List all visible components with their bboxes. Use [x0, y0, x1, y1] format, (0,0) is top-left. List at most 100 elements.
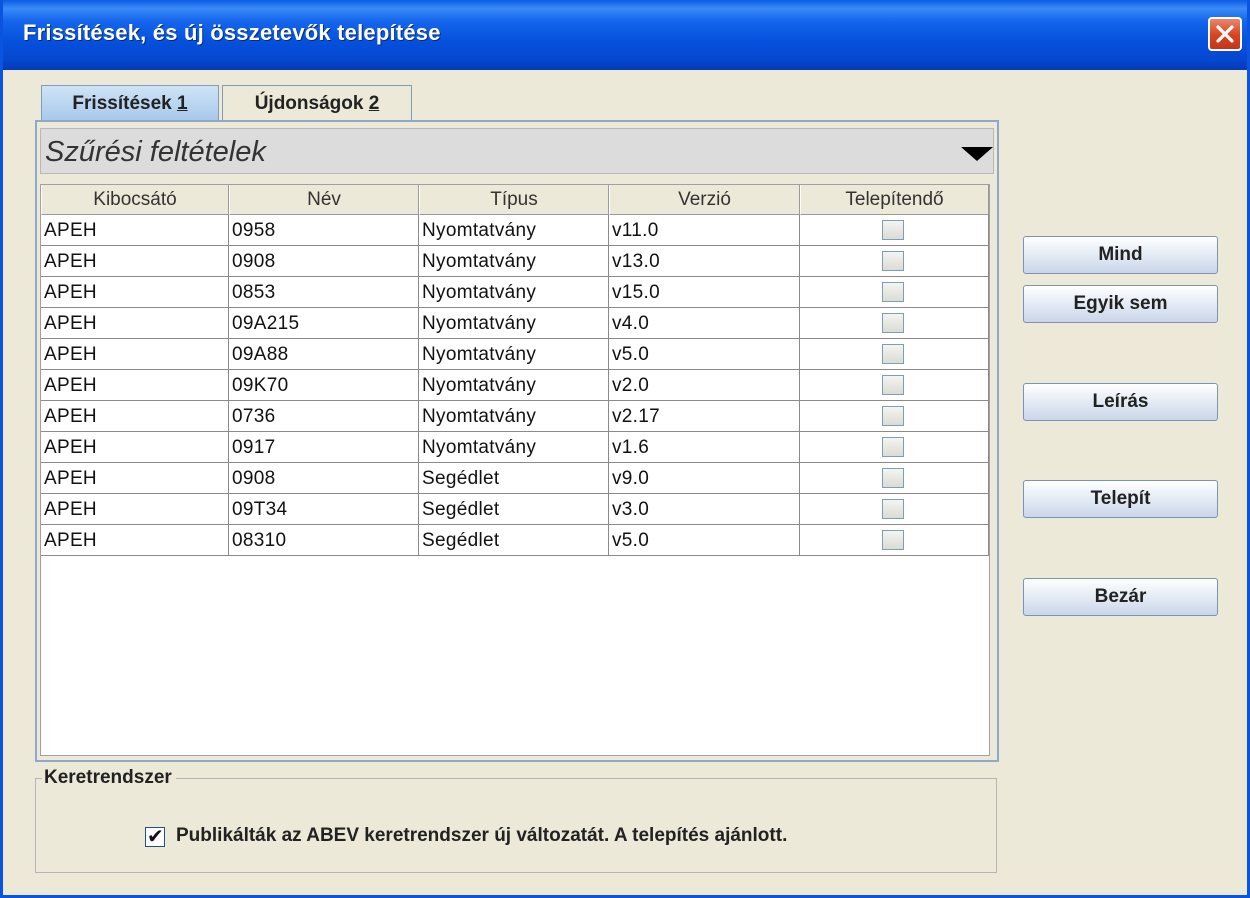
- table-cell[interactable]: v2.0: [609, 370, 800, 401]
- table-row[interactable]: APEH 09A88 Nyomtatvány v5.0: [41, 339, 989, 370]
- install-checkbox[interactable]: [882, 530, 904, 550]
- table-cell[interactable]: 0917: [229, 432, 419, 463]
- column-header[interactable]: Verzió: [609, 185, 800, 215]
- select-all-button[interactable]: Mind: [1023, 236, 1218, 274]
- tab-label: Frissítések: [72, 93, 177, 114]
- table-cell[interactable]: 0736: [229, 401, 419, 432]
- table-cell[interactable]: v13.0: [609, 246, 800, 277]
- column-header[interactable]: Kibocsátó: [41, 185, 229, 215]
- description-button[interactable]: Leírás: [1023, 383, 1218, 421]
- close-dialog-button[interactable]: Bezár: [1023, 578, 1218, 616]
- install-checkbox[interactable]: [882, 375, 904, 395]
- table-cell[interactable]: Nyomtatvány: [419, 277, 609, 308]
- install-cell: [800, 277, 989, 308]
- install-checkbox[interactable]: [882, 282, 904, 302]
- table-cell[interactable]: Nyomtatvány: [419, 215, 609, 246]
- table-cell[interactable]: Nyomtatvány: [419, 401, 609, 432]
- table-cell[interactable]: APEH: [41, 494, 229, 525]
- table-cell[interactable]: APEH: [41, 432, 229, 463]
- dialog-window: Frissítések, és új összetevők telepítése…: [0, 0, 1250, 898]
- tab-mnemonic: 1: [177, 93, 188, 114]
- table-row[interactable]: APEH 0908 Segédlet v9.0: [41, 463, 989, 494]
- install-checkbox[interactable]: [882, 406, 904, 426]
- install-checkbox[interactable]: [882, 468, 904, 488]
- table-cell[interactable]: Nyomtatvány: [419, 432, 609, 463]
- table-cell[interactable]: 09A88: [229, 339, 419, 370]
- table-cell[interactable]: v5.0: [609, 525, 800, 556]
- table-row[interactable]: APEH 09T34 Segédlet v3.0: [41, 494, 989, 525]
- table-cell[interactable]: APEH: [41, 308, 229, 339]
- table-cell[interactable]: v1.6: [609, 432, 800, 463]
- install-checkbox[interactable]: [882, 251, 904, 271]
- table-cell[interactable]: APEH: [41, 277, 229, 308]
- table-cell[interactable]: 09A215: [229, 308, 419, 339]
- install-checkbox[interactable]: [882, 313, 904, 333]
- table-cell[interactable]: APEH: [41, 525, 229, 556]
- table-cell[interactable]: v15.0: [609, 277, 800, 308]
- install-checkbox[interactable]: [882, 344, 904, 364]
- table-cell[interactable]: Segédlet: [419, 463, 609, 494]
- tab-ujdonsagok[interactable]: Újdonságok 2: [222, 85, 412, 120]
- table-cell[interactable]: Nyomtatvány: [419, 370, 609, 401]
- table-header: Kibocsátó Név Típus Verzió Telepítendő: [41, 185, 989, 215]
- table-cell[interactable]: Nyomtatvány: [419, 308, 609, 339]
- table-row[interactable]: APEH 0958 Nyomtatvány v11.0: [41, 215, 989, 246]
- table-cell[interactable]: Nyomtatvány: [419, 246, 609, 277]
- install-checkbox[interactable]: [882, 499, 904, 519]
- install-button[interactable]: Telepít: [1023, 480, 1218, 518]
- table-cell[interactable]: APEH: [41, 401, 229, 432]
- framework-checkbox-label[interactable]: Publikálták az ABEV keretrendszer új vál…: [176, 825, 787, 847]
- install-cell: [800, 370, 989, 401]
- table-cell[interactable]: Segédlet: [419, 494, 609, 525]
- install-checkbox[interactable]: [882, 220, 904, 240]
- table-row[interactable]: APEH 0736 Nyomtatvány v2.17: [41, 401, 989, 432]
- table-cell[interactable]: 0908: [229, 246, 419, 277]
- install-checkbox[interactable]: [882, 437, 904, 457]
- install-cell: [800, 463, 989, 494]
- triangle-down-icon: [961, 147, 993, 161]
- table-cell[interactable]: APEH: [41, 215, 229, 246]
- install-cell: [800, 246, 989, 277]
- table-cell[interactable]: 0853: [229, 277, 419, 308]
- framework-group: Keretrendszer ✔ Publikálták az ABEV kere…: [35, 767, 997, 873]
- install-cell: [800, 432, 989, 463]
- table-cell[interactable]: 0908: [229, 463, 419, 494]
- table-cell[interactable]: 0958: [229, 215, 419, 246]
- table-cell[interactable]: APEH: [41, 370, 229, 401]
- table-cell[interactable]: 08310: [229, 525, 419, 556]
- table-cell[interactable]: v9.0: [609, 463, 800, 494]
- column-header[interactable]: Név: [229, 185, 419, 215]
- table-row[interactable]: APEH 0917 Nyomtatvány v1.6: [41, 432, 989, 463]
- updates-table: Kibocsátó Név Típus Verzió Telepítendő A…: [40, 184, 990, 756]
- table-row[interactable]: APEH 09K70 Nyomtatvány v2.0: [41, 370, 989, 401]
- framework-checkbox[interactable]: ✔: [145, 826, 165, 848]
- table-cell[interactable]: APEH: [41, 463, 229, 494]
- table-row[interactable]: APEH 09A215 Nyomtatvány v4.0: [41, 308, 989, 339]
- table-cell[interactable]: Nyomtatvány: [419, 339, 609, 370]
- select-none-button[interactable]: Egyik sem: [1023, 285, 1218, 323]
- install-cell: [800, 339, 989, 370]
- column-header[interactable]: Típus: [419, 185, 609, 215]
- table-cell[interactable]: APEH: [41, 339, 229, 370]
- tab-frissitesek[interactable]: Frissítések 1: [41, 85, 219, 120]
- column-header[interactable]: Telepítendő: [800, 185, 989, 215]
- table-row[interactable]: APEH 0853 Nyomtatvány v15.0: [41, 277, 989, 308]
- table-cell[interactable]: v11.0: [609, 215, 800, 246]
- tab-mnemonic: 2: [368, 93, 380, 114]
- title-bar: Frissítések, és új összetevők telepítése: [3, 0, 1247, 70]
- table-cell[interactable]: v5.0: [609, 339, 800, 370]
- table-cell[interactable]: APEH: [41, 246, 229, 277]
- filter-toggle[interactable]: Szűrési feltételek: [40, 128, 994, 174]
- table-row[interactable]: APEH 0908 Nyomtatvány v13.0: [41, 246, 989, 277]
- close-icon: [1216, 25, 1234, 43]
- table-cell[interactable]: 09T34: [229, 494, 419, 525]
- window-title: Frissítések, és új összetevők telepítése: [23, 20, 441, 45]
- table-cell[interactable]: v2.17: [609, 401, 800, 432]
- table-row[interactable]: APEH 08310 Segédlet v5.0: [41, 525, 989, 556]
- table-cell[interactable]: v4.0: [609, 308, 800, 339]
- tab-panel: Szűrési feltételek Kibocsátó Név Típus V…: [35, 120, 999, 762]
- table-cell[interactable]: v3.0: [609, 494, 800, 525]
- close-button[interactable]: [1208, 17, 1242, 51]
- table-cell[interactable]: Segédlet: [419, 525, 609, 556]
- table-cell[interactable]: 09K70: [229, 370, 419, 401]
